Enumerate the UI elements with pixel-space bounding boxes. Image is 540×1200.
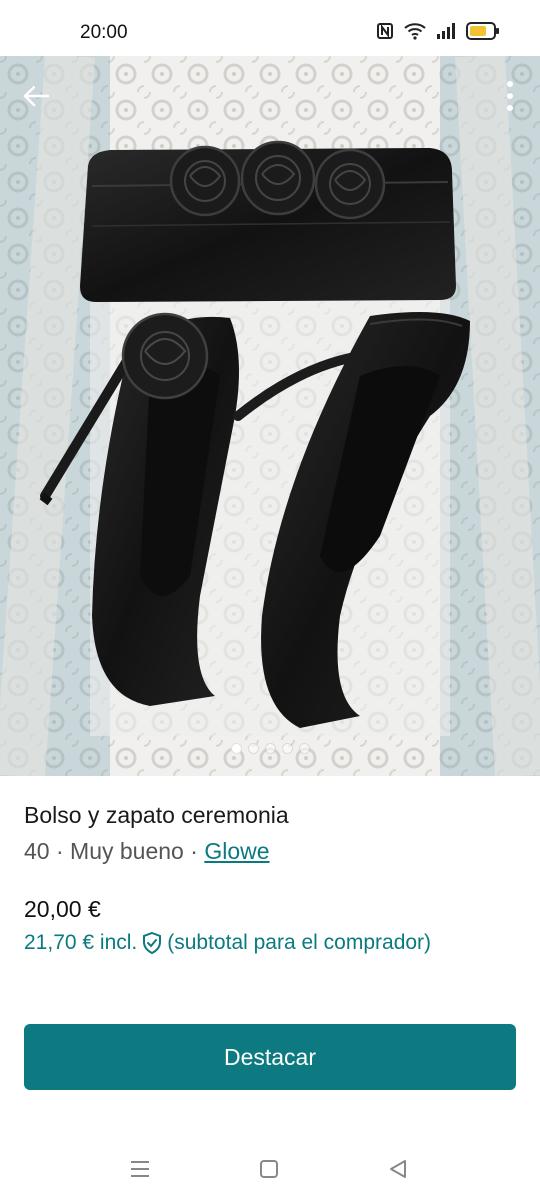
listing-price: 20,00 € xyxy=(24,896,101,922)
status-bar: 20:00 xyxy=(0,0,540,56)
status-icons xyxy=(376,22,500,40)
triangle-back-icon xyxy=(390,1160,406,1178)
buyer-price-note: (subtotal para el comprador) xyxy=(167,931,432,954)
signal-icon xyxy=(436,23,456,39)
pagination-dot[interactable] xyxy=(298,743,310,754)
nfc-icon xyxy=(376,22,394,40)
pagination-dot[interactable] xyxy=(281,743,293,754)
listing-title: Bolso y zapato ceremonia xyxy=(24,802,289,828)
home-button[interactable] xyxy=(249,1154,289,1184)
kebab-menu-icon xyxy=(507,81,513,111)
meta-separator: · xyxy=(190,838,198,864)
pagination-dot[interactable] xyxy=(247,743,259,754)
status-time: 20:00 xyxy=(80,22,128,43)
listing-condition: Muy bueno xyxy=(70,838,184,864)
listing-size: 40 xyxy=(24,838,50,864)
system-nav-bar xyxy=(0,1140,540,1200)
wifi-icon xyxy=(404,22,426,40)
arrow-left-icon xyxy=(23,85,49,107)
battery-icon xyxy=(466,22,500,40)
listing-info: Bolso y zapato ceremonia 40 · Muy bueno … xyxy=(24,798,516,868)
pagination-dot[interactable] xyxy=(264,743,276,754)
recents-button[interactable] xyxy=(120,1154,160,1184)
pagination-dot[interactable] xyxy=(230,743,242,754)
product-photo[interactable] xyxy=(0,56,540,776)
meta-separator: · xyxy=(55,838,64,864)
promote-button[interactable]: Destacar xyxy=(24,1024,516,1090)
square-home-icon xyxy=(260,1160,278,1178)
back-button[interactable] xyxy=(16,76,56,116)
brand-link[interactable]: Glowe xyxy=(204,838,269,864)
product-image xyxy=(0,56,540,776)
buyer-price: 21,70 € incl. xyxy=(24,931,138,954)
photo-pagination xyxy=(0,743,540,754)
listing-meta: 40 · Muy bueno · Glowe xyxy=(24,834,516,868)
buyer-price-info[interactable]: 21,70 € incl. (subtotal para el comprado… xyxy=(24,926,431,960)
shield-check-icon xyxy=(143,931,162,955)
more-options-button[interactable] xyxy=(498,76,522,116)
menu-lines-icon xyxy=(131,1161,149,1177)
back-nav-button[interactable] xyxy=(378,1154,418,1184)
